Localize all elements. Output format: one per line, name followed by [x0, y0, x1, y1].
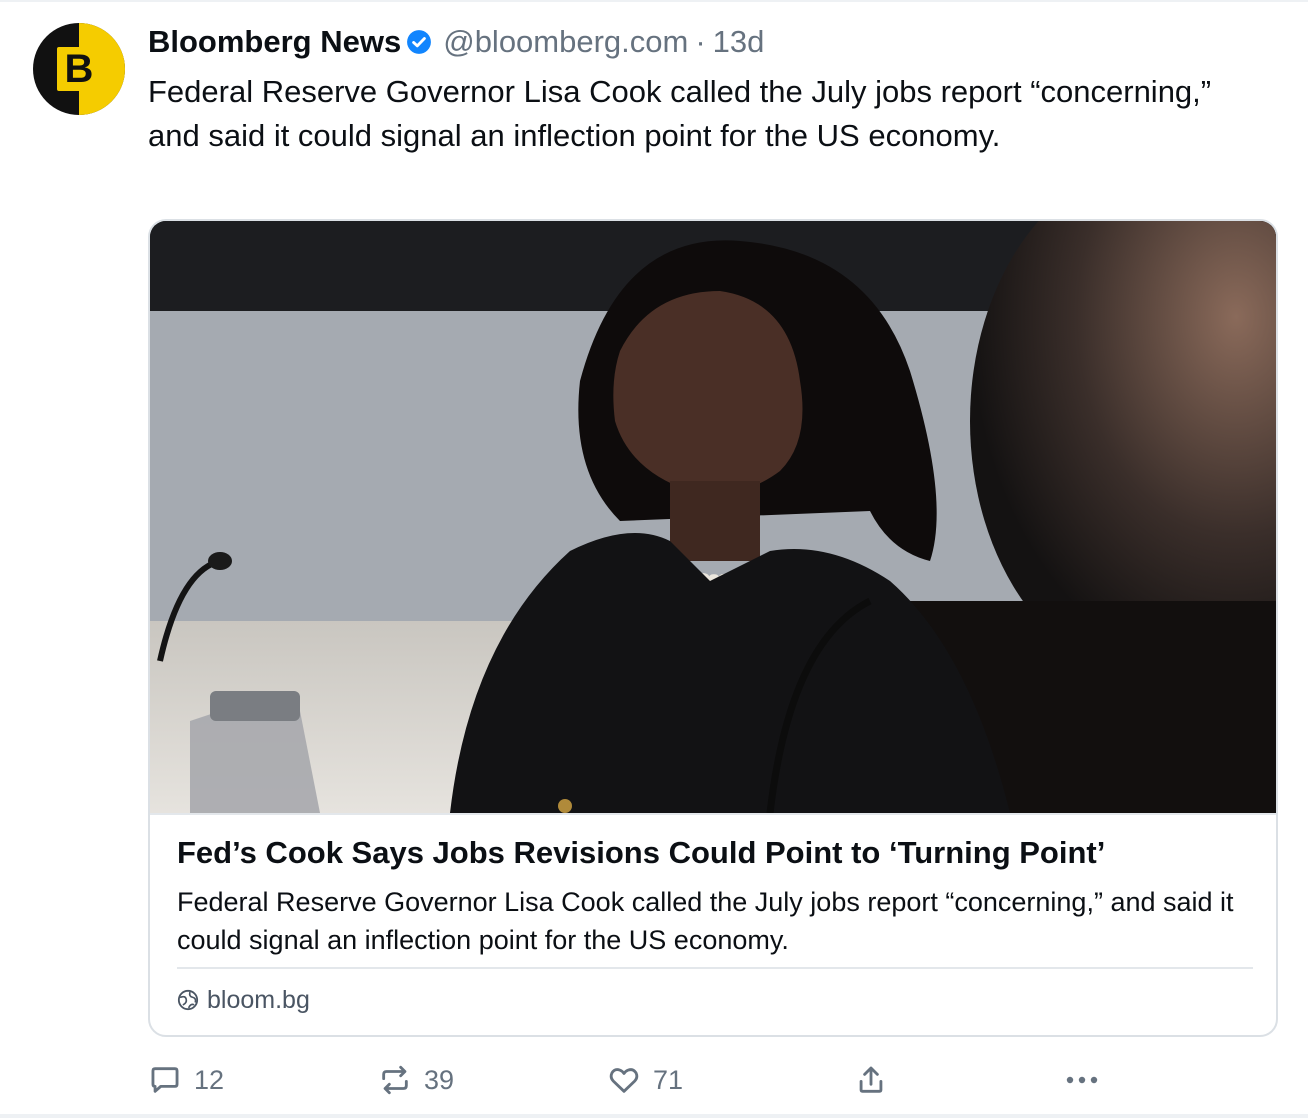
- heart-icon: [609, 1068, 639, 1093]
- top-divider: [0, 0, 1308, 2]
- link-card-body: Fed’s Cook Says Jobs Revisions Could Poi…: [150, 813, 1276, 1035]
- share-upload-icon: [859, 1066, 883, 1093]
- header-separator: ·: [695, 24, 706, 59]
- share-button[interactable]: [854, 1060, 900, 1100]
- verified-badge-icon: [407, 30, 432, 54]
- reply-button[interactable]: 12: [148, 1060, 224, 1100]
- post-header: Bloomberg News @bloomberg.com · 13d: [148, 22, 764, 62]
- author-handle[interactable]: @bloomberg.com: [443, 24, 688, 60]
- repost-arrows-icon: [382, 1065, 408, 1095]
- link-card-domain: bloom.bg: [177, 983, 310, 1017]
- like-button[interactable]: 71: [607, 1060, 683, 1100]
- avatar[interactable]: B: [33, 23, 125, 115]
- globe-icon: [177, 989, 199, 1011]
- post-actions: 12 39 71: [0, 1060, 1308, 1100]
- link-card-description: Federal Reserve Governor Lisa Cook calle…: [177, 887, 1234, 955]
- link-card-image: [150, 221, 1276, 813]
- post-text: Federal Reserve Governor Lisa Cook calle…: [148, 74, 1212, 153]
- speech-bubble-icon: [151, 1067, 179, 1093]
- link-card-divider: [177, 967, 1253, 969]
- reply-count: 12: [194, 1064, 225, 1095]
- bottom-divider: [0, 1114, 1308, 1118]
- like-count: 71: [653, 1064, 684, 1095]
- link-card-title: Fed’s Cook Says Jobs Revisions Could Poi…: [177, 835, 1106, 870]
- author-name[interactable]: Bloomberg News: [148, 24, 401, 60]
- ellipsis-icon: [1066, 1076, 1098, 1084]
- repost-count: 39: [424, 1064, 455, 1095]
- more-options-button[interactable]: [1062, 1060, 1114, 1100]
- repost-button[interactable]: 39: [378, 1060, 454, 1100]
- link-card-domain-text: bloom.bg: [207, 985, 310, 1014]
- post-timestamp[interactable]: 13d: [713, 24, 765, 60]
- avatar-logo-letter: B: [64, 47, 94, 91]
- link-card[interactable]: Fed’s Cook Says Jobs Revisions Could Poi…: [148, 219, 1278, 1037]
